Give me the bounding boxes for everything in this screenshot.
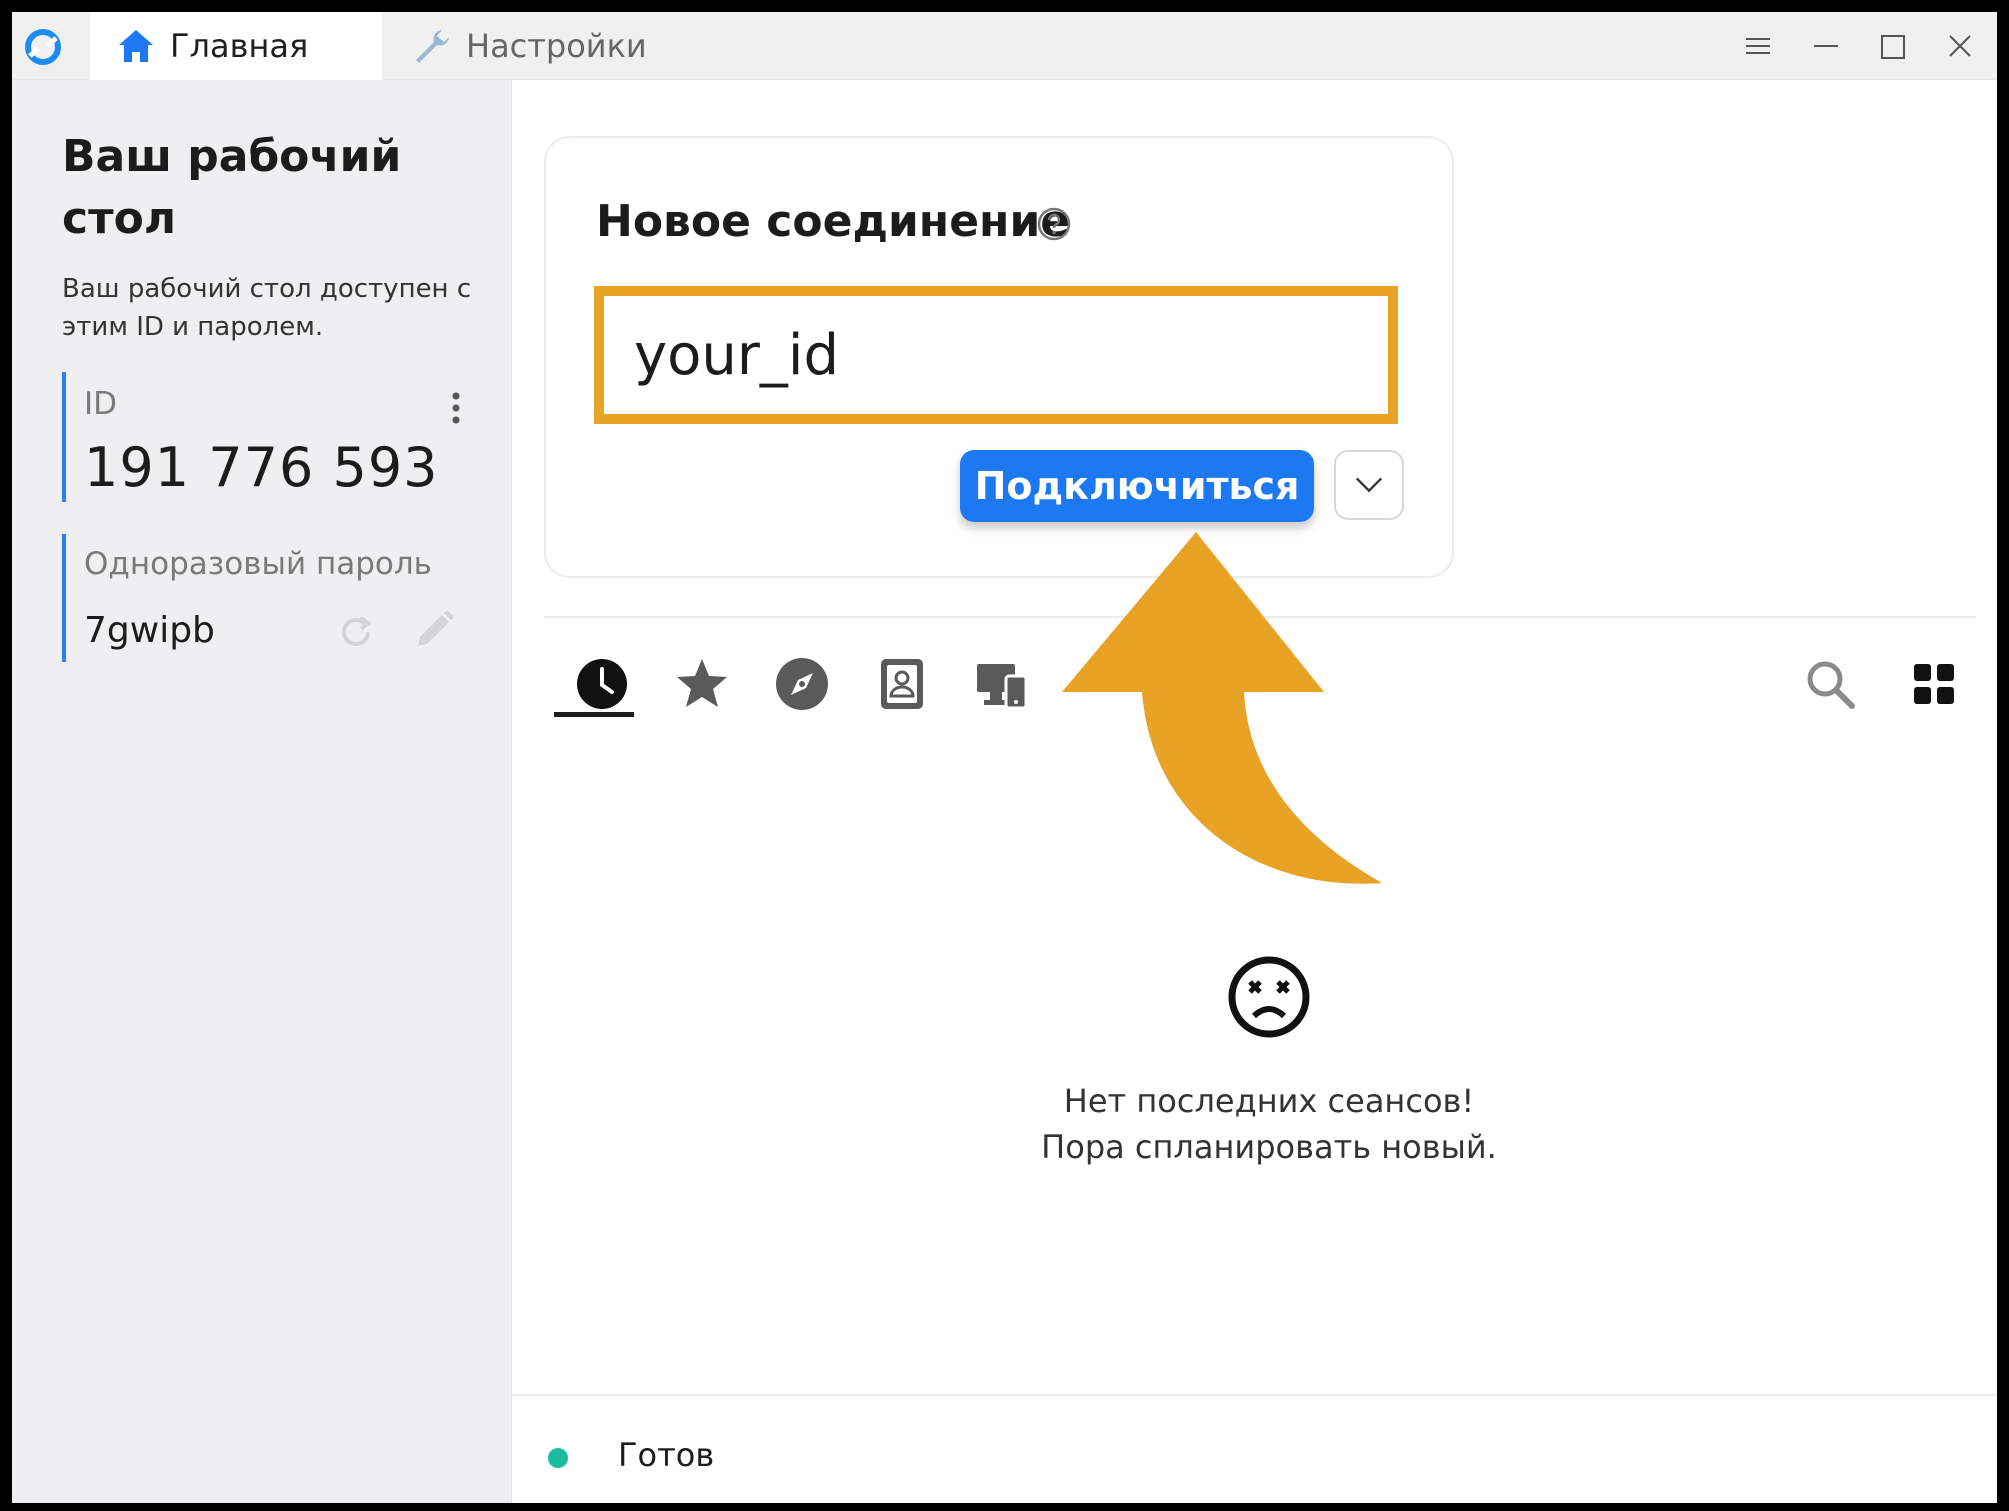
tab-settings[interactable]: Настройки [402, 12, 662, 80]
connect-options-dropdown[interactable] [1334, 450, 1404, 520]
empty-line-2: Пора спланировать новый. [1041, 1128, 1497, 1166]
id-label: ID [84, 386, 118, 422]
active-tab-underline [554, 712, 634, 717]
password-value: 7gwipb [84, 610, 215, 651]
connect-button[interactable]: Подключиться [960, 450, 1314, 522]
home-icon [119, 30, 153, 62]
accessible-devices-icon[interactable] [972, 654, 1032, 714]
empty-line-1: Нет последних сеансов! [1063, 1082, 1475, 1120]
annotation-arrow-icon [1062, 532, 1382, 884]
sidebar-title: Ваш рабочий стол [62, 131, 402, 244]
more-options-icon[interactable] [446, 390, 466, 430]
remote-id-input[interactable] [604, 296, 1388, 414]
password-label: Одноразовый пароль [84, 546, 432, 582]
address-book-icon[interactable] [872, 654, 932, 714]
maximize-icon[interactable] [1872, 26, 1912, 66]
chevron-down-icon [1355, 477, 1383, 493]
help-icon[interactable] [1036, 206, 1072, 242]
wrench-icon [416, 30, 449, 63]
status-bar: Готов [512, 1394, 1997, 1503]
new-connection-title: Новое соединение [596, 196, 1071, 247]
password-field: Одноразовый пароль 7gwipb [62, 534, 462, 662]
tab-settings-label: Настройки [466, 27, 647, 65]
discover-compass-icon[interactable] [772, 654, 832, 714]
favorites-star-icon[interactable] [672, 654, 732, 714]
app-logo-icon [25, 29, 61, 65]
new-connection-card: Новое соединение Подключиться [544, 136, 1454, 578]
sad-face-icon [1228, 956, 1310, 1038]
empty-sessions-message: Нет последних сеансов! Пора спланировать… [944, 1078, 1594, 1170]
sidebar-description: Ваш рабочий стол доступен с этим ID и па… [62, 274, 472, 342]
tab-home-label: Главная [170, 27, 309, 65]
title-bar: Главная Настройки [12, 12, 1997, 80]
edit-pencil-icon[interactable] [410, 606, 458, 654]
hamburger-menu-icon[interactable] [1738, 26, 1778, 66]
id-value: 191 776 593 [84, 436, 439, 499]
close-icon[interactable] [1940, 26, 1980, 66]
grid-view-icon[interactable] [1904, 654, 1964, 714]
recent-sessions-icon[interactable] [572, 654, 632, 714]
search-icon[interactable] [1800, 654, 1860, 714]
minimize-icon[interactable] [1806, 26, 1846, 66]
status-text: Готов [618, 1436, 715, 1474]
refresh-icon[interactable] [334, 610, 378, 654]
id-field: ID 191 776 593 [62, 372, 462, 502]
sidebar: Ваш рабочий стол Ваш рабочий стол доступ… [12, 80, 512, 1503]
tab-home[interactable]: Главная [90, 12, 382, 80]
app-window: Главная Настройки Ваш рабочий стол Ваш р… [12, 12, 1997, 1503]
remote-id-input-highlight [594, 286, 1398, 424]
status-indicator [548, 1448, 568, 1468]
